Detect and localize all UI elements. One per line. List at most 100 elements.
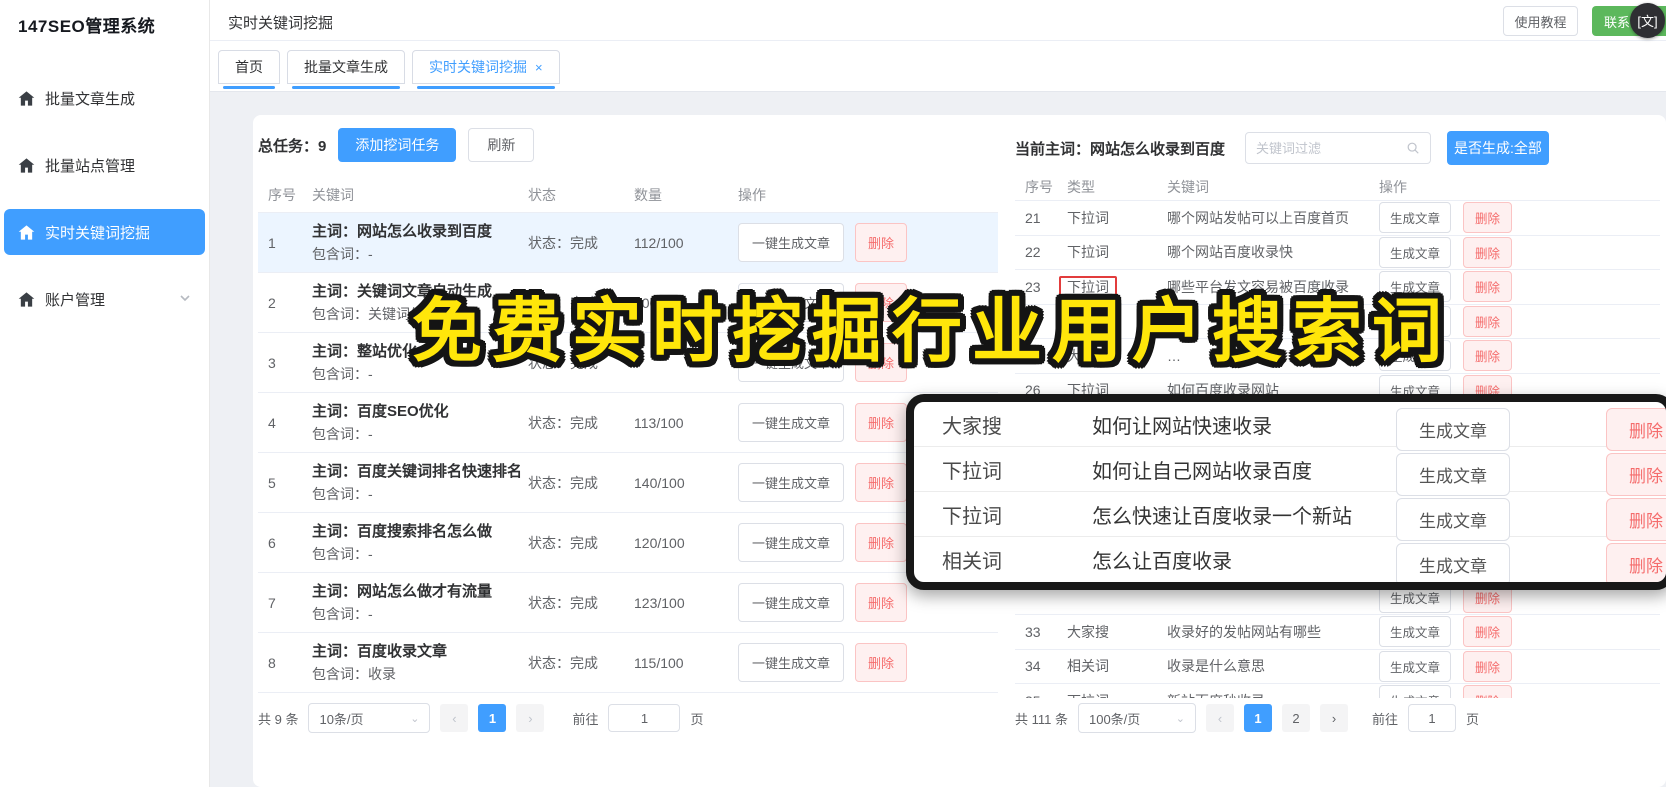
goto-input-wrap [1408,704,1456,732]
translate-extension-icon[interactable]: [文] [1630,3,1665,38]
delete-button[interactable]: 删除 [1463,340,1513,372]
tab-home[interactable]: 首页 [218,50,280,89]
delete-button[interactable]: 删除 [855,223,908,262]
generate-article-button[interactable]: 生成文章 [1379,202,1452,234]
delete-button[interactable]: 删除 [1606,453,1666,496]
prev-page-button[interactable]: ‹ [1205,704,1234,732]
page-size-select[interactable]: 100条/页 ⌄ [1077,703,1196,733]
row-type-text: 大家搜 [942,415,1002,438]
search-icon [1406,141,1420,155]
delete-button[interactable]: 删除 [1463,236,1513,268]
next-page-button[interactable]: › [516,704,545,732]
row-type: 大家搜 [1067,622,1167,642]
goto-page-input[interactable] [1408,704,1456,732]
row-count: 113/100 [634,414,684,431]
col-num: 序号 [268,186,296,203]
generate-article-button[interactable]: 一键生成文章 [738,463,845,502]
row-keyword: 主词：百度收录文章 包含词：收录 [312,633,528,692]
home-icon [18,224,35,241]
delete-button[interactable]: 删除 [1463,685,1513,698]
delete-button[interactable]: 删除 [855,523,908,562]
generate-article-button[interactable]: 生成文章 [1379,616,1452,648]
delete-button[interactable]: 删除 [1463,616,1513,648]
generate-all-button[interactable]: 是否生成:全部 [1447,131,1549,165]
delete-button[interactable]: 删除 [1606,543,1666,582]
generate-article-button[interactable]: 一键生成文章 [738,223,845,262]
total-value: 9 [318,137,327,155]
tab-label: 批量文章生成 [304,59,388,75]
sidebar-item-batch-article[interactable]: 批量文章生成 [4,75,205,121]
row-number: 21 [1025,209,1041,226]
delete-button[interactable]: 删除 [855,463,908,502]
row-type: 下拉词 [1067,691,1167,698]
tab-batch-article[interactable]: 批量文章生成 [287,50,405,89]
close-icon[interactable]: × [535,60,543,75]
row-main-word: 主词：百度收录文章 [312,643,448,660]
tab-realtime-keyword[interactable]: 实时关键词挖掘 × [412,50,560,89]
row-include-word: 包含词：收录 [312,666,396,682]
task-pagination: 共 9 条 10条/页 ⌄ ‹ 1 › 前往 页 [258,703,704,733]
sidebar-item-batch-site[interactable]: 批量站点管理 [4,142,205,188]
prev-page-button[interactable]: ‹ [440,704,469,732]
delete-button[interactable]: 删除 [1463,650,1513,682]
generate-article-button[interactable]: 生成文章 [1379,236,1452,268]
row-type-text: 大家搜 [1067,623,1109,640]
delete-button[interactable]: 删除 [1463,305,1513,337]
table-row: 34 相关词 收录是什么意思 生成文章 删除 [1015,650,1660,684]
generate-article-button[interactable]: 一键生成文章 [738,523,845,562]
home-icon [18,90,35,107]
delete-button[interactable]: 删除 [855,403,908,442]
page-button-1[interactable]: 1 [478,704,507,732]
delete-button[interactable]: 删除 [1606,498,1666,541]
generate-article-button[interactable]: 生成文章 [1379,650,1452,682]
delete-button[interactable]: 删除 [855,583,908,622]
current-main-word-label: 当前主词：网站怎么收录到百度 [1015,141,1226,158]
goto-label: 前往 [1371,711,1398,727]
row-number: 34 [1025,658,1041,675]
row-keyword: 哪个网站百度收录快 [1167,244,1293,261]
tutorial-button[interactable]: 使用教程 [1503,6,1578,36]
generate-article-button[interactable]: 一键生成文章 [738,403,845,442]
generate-article-button[interactable]: 一键生成文章 [738,643,845,682]
row-actions: 生成文章 删除 [1379,616,1660,648]
next-page-button[interactable]: › [1319,704,1348,732]
page-button-2[interactable]: 2 [1281,704,1310,732]
delete-button[interactable]: 删除 [1463,202,1513,234]
page-size-select[interactable]: 10条/页 ⌄ [308,703,431,733]
row-number: 1 [268,234,276,251]
delete-button[interactable]: 删除 [1606,408,1666,451]
tab-label: 实时关键词挖掘 [429,59,527,75]
generate-article-button[interactable]: 生成文章 [1396,498,1510,541]
row-count: 140/100 [634,474,685,491]
generate-article-button[interactable]: 生成文章 [1396,543,1510,582]
row-status: 状态：完成 [528,234,598,251]
home-icon [18,291,35,308]
generate-article-button[interactable]: 生成文章 [1396,408,1510,451]
goto-page-input[interactable] [608,704,681,732]
row-actions: 生成文章 删除 [1379,236,1660,268]
delete-button[interactable]: 删除 [855,643,908,682]
table-row: 6 主词：百度搜索排名怎么做 包含词：- 状态：完成 120/100 一键生成文… [258,513,998,573]
magnified-row: 大家搜 如何让网站快速收录 生成文章 删除 [914,402,1666,451]
generate-article-button[interactable]: 生成文章 [1379,685,1452,698]
sidebar-item-realtime-keyword[interactable]: 实时关键词挖掘 [4,209,205,255]
delete-button[interactable]: 删除 [1463,271,1513,303]
table-row: 35 下拉词 新站百度秒收录 生成文章 删除 [1015,684,1660,698]
page-size-value: 10条/页 [319,711,364,727]
row-keyword: 如何让自己网站收录百度 [1092,460,1312,483]
generate-article-button[interactable]: 一键生成文章 [738,583,845,622]
task-toolbar: 总任务：9 添加挖词任务 刷新 [258,128,535,162]
col-keyword: 关键词 [312,186,354,203]
add-task-button[interactable]: 添加挖词任务 [338,128,457,162]
sidebar-nav: 批量文章生成 批量站点管理 实时关键词挖掘 账户管理 [0,75,209,322]
row-keyword: 主词：百度搜索排名怎么做 包含词：- [312,513,528,572]
tab-label: 首页 [235,59,263,75]
magnified-row: 下拉词 怎么快速让百度收录一个新站 生成文章 删除 [914,492,1666,541]
sidebar-item-account[interactable]: 账户管理 [4,276,205,322]
row-count: 123/100 [634,594,685,611]
generate-article-button[interactable]: 生成文章 [1396,453,1510,496]
row-actions: 一键生成文章 删除 [738,643,998,682]
refresh-button[interactable]: 刷新 [468,128,535,162]
keyword-filter-input[interactable] [1256,140,1406,156]
page-button-1[interactable]: 1 [1243,704,1272,732]
